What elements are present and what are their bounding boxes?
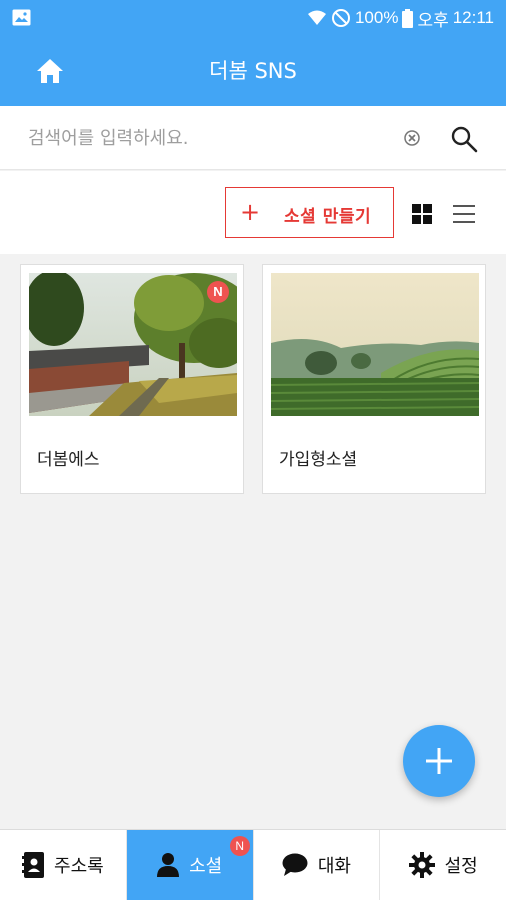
person-icon [157,853,180,877]
status-ampm: 오후 [417,10,449,30]
search-bar [0,106,506,170]
green-tea-field-image [271,273,479,416]
app-bar: 더봄 SNS [0,36,506,106]
nav-item-social[interactable]: 소셜 N [126,830,254,900]
gear-icon [408,852,435,878]
nav-label-social: 소셜 [189,856,223,877]
clear-icon[interactable] [403,129,421,147]
social-card-photo [271,273,479,416]
social-card-photo: N [29,273,237,416]
nav-label-chat: 대화 [317,856,351,877]
status-right: 100% 오후 12:11 [307,7,494,30]
bottom-nav: 주소록 소셜 N 대화 설정 [0,829,506,900]
battery-percent: 100% [354,8,399,27]
wifi-icon [307,10,326,25]
nav-item-chat[interactable]: 대화 [254,830,381,900]
nav-item-contacts[interactable]: 주소록 [0,830,127,900]
traditional-wall-trees-image [29,273,237,416]
nav-item-settings[interactable]: 설정 [380,830,506,900]
social-card[interactable]: 가입형소셜 [262,264,486,494]
create-social-button[interactable]: + 소셜 만들기 [225,187,394,238]
page-title: 더봄 SNS [209,59,297,83]
toolbar: + 소셜 만들기 [0,171,506,254]
status-time: 12:11 [452,8,494,27]
status-bar: 100% 오후 12:11 [0,0,506,36]
battery-icon [402,8,414,28]
image-icon [12,9,31,26]
grid-view-icon[interactable] [411,203,433,225]
social-card[interactable]: N 더봄에스 [20,264,244,494]
new-badge: N [229,836,250,856]
social-card-name: 더봄에스 [37,450,100,470]
new-badge: N [207,281,229,303]
create-social-label: 소셜 만들기 [284,207,372,227]
plus-icon: + [240,198,261,226]
search-input[interactable] [28,122,388,154]
no-disturb-icon [331,9,350,27]
search-icon[interactable] [449,124,479,154]
contacts-icon [22,852,45,878]
nav-label-settings: 설정 [444,856,478,877]
add-fab-button[interactable] [403,725,475,797]
social-card-name: 가입형소셜 [279,450,358,470]
nav-label-contacts: 주소록 [54,856,104,877]
plus-icon [426,748,452,774]
chat-icon [282,853,308,876]
list-view-icon[interactable] [453,203,475,225]
